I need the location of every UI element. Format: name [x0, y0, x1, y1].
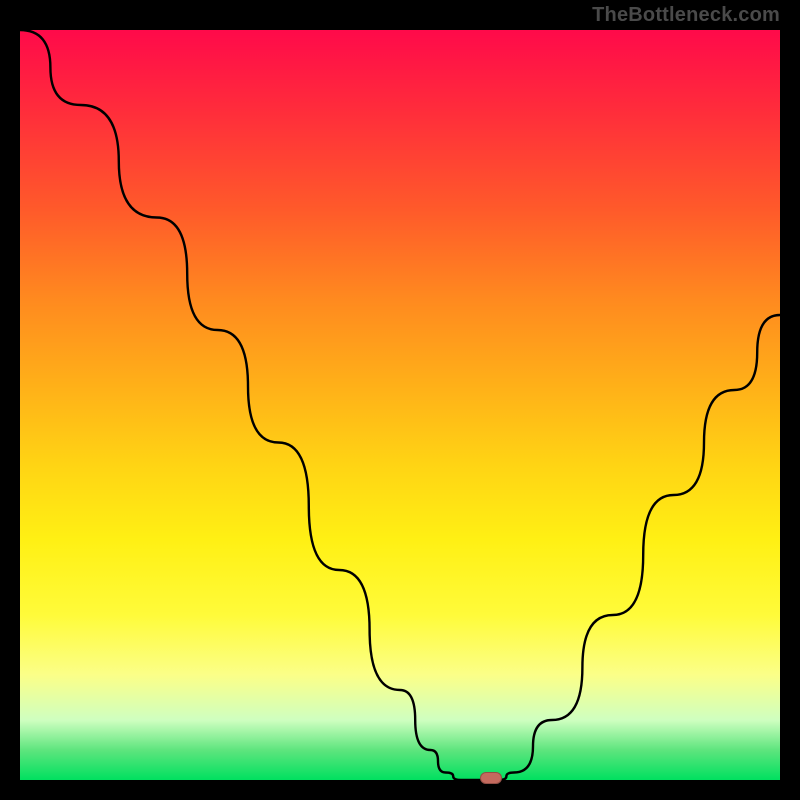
curve-path	[20, 30, 780, 780]
optimum-marker	[480, 772, 502, 784]
chart-frame: TheBottleneck.com	[0, 0, 800, 800]
plot-area	[20, 30, 780, 780]
watermark-text: TheBottleneck.com	[592, 4, 780, 27]
bottleneck-curve	[20, 30, 780, 780]
